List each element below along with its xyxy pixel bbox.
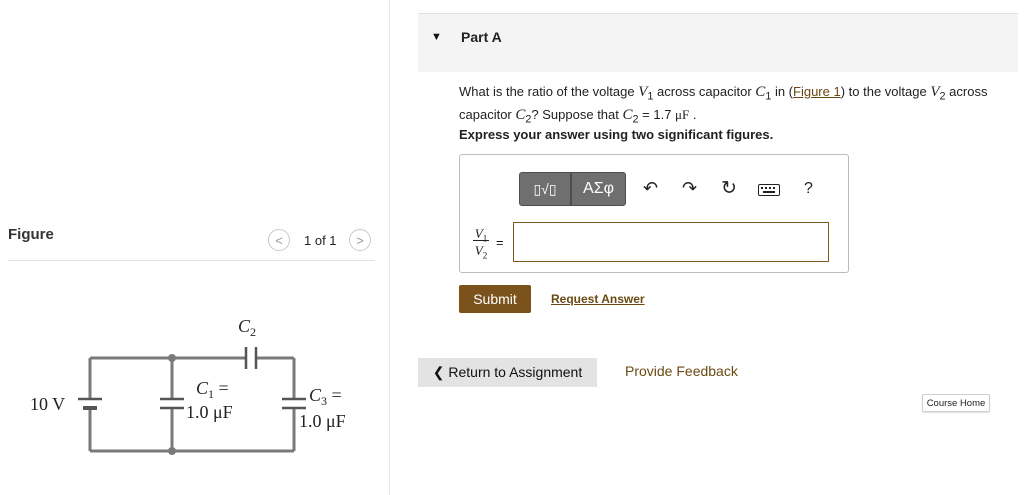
figure-divider: [8, 260, 375, 261]
templates-button[interactable]: ▯√▯: [519, 172, 571, 206]
reset-icon[interactable]: ↻: [721, 177, 737, 200]
c3-value: 1.0 μF: [299, 411, 346, 431]
template-icon: ▯√▯: [533, 180, 557, 197]
greek-symbols-button[interactable]: ΑΣφ: [571, 172, 626, 206]
next-figure-button[interactable]: >: [349, 229, 371, 251]
junction-bottom: [168, 447, 176, 455]
capacitor-c3-symbol: [282, 397, 306, 410]
return-to-assignment-button[interactable]: ❮ Return to Assignment: [418, 358, 597, 387]
submit-button[interactable]: Submit: [459, 285, 531, 313]
panel-divider: [389, 0, 390, 495]
capacitor-c1-symbol: [160, 397, 184, 410]
help-button[interactable]: ?: [804, 180, 813, 198]
redo-icon[interactable]: ↷: [682, 178, 697, 199]
provide-feedback-link[interactable]: Provide Feedback: [625, 363, 738, 379]
capacitor-c2-symbol: [244, 347, 258, 369]
junction-top: [168, 354, 176, 362]
undo-icon[interactable]: ↶: [643, 178, 658, 199]
answer-input[interactable]: [513, 222, 829, 262]
part-title[interactable]: Part A: [461, 29, 502, 45]
answer-label-denominator: V2: [474, 243, 488, 261]
equals-sign: =: [496, 235, 504, 250]
greek-label: ΑΣφ: [583, 180, 614, 197]
part-header[interactable]: [418, 13, 1018, 72]
chevron-left-icon: <: [275, 232, 283, 248]
source-label: 10 V: [30, 394, 65, 414]
battery-symbol: [78, 397, 102, 410]
instruction-text: Express your answer using two significan…: [459, 127, 774, 142]
c3-label: C3 =: [309, 385, 342, 408]
request-answer-link[interactable]: Request Answer: [551, 292, 645, 306]
c2-label: C2: [238, 316, 256, 339]
c1-label: C1 =: [196, 378, 229, 401]
question-text: What is the ratio of the voltage V1 acro…: [459, 84, 988, 126]
circuit-diagram: 10 V C2 C1 = 1.0 μF C3 = 1.0 μF: [30, 316, 346, 455]
collapse-caret-icon[interactable]: ▼: [431, 31, 442, 43]
figure-link[interactable]: Figure 1: [793, 84, 841, 99]
figure-title: Figure: [8, 226, 54, 243]
c1-value: 1.0 μF: [186, 402, 233, 422]
course-home-button[interactable]: Course Home: [922, 394, 990, 412]
previous-figure-button[interactable]: <: [268, 229, 290, 251]
fraction-bar: [473, 240, 489, 241]
chevron-right-icon: >: [356, 232, 364, 248]
figure-counter: 1 of 1: [304, 233, 337, 248]
keyboard-icon[interactable]: [758, 184, 780, 196]
